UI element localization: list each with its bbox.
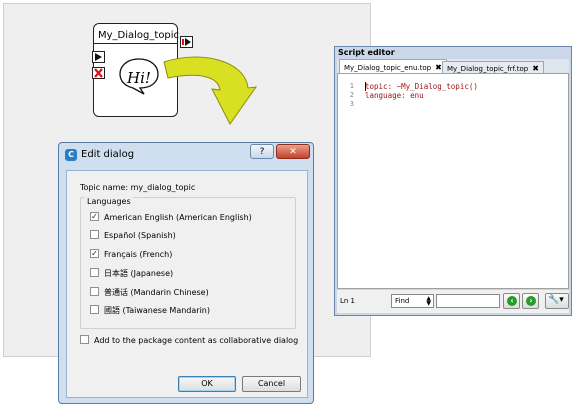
- collaborative-label: Add to the package content as collaborat…: [94, 336, 299, 345]
- wrench-icon: 🔧▾: [548, 295, 564, 305]
- dialog-title: Edit dialog: [81, 149, 135, 160]
- find-mode-label: Find: [395, 297, 410, 305]
- code-line: topic: ~My_Dialog_topic(): [365, 82, 478, 91]
- language-option-spanish[interactable]: Español (Spanish): [90, 230, 176, 243]
- text-cursor: [365, 82, 366, 91]
- cursor-position: Ln 1: [340, 297, 356, 305]
- language-option-french[interactable]: ✓ Français (French): [90, 249, 173, 262]
- language-label: Français (French): [104, 250, 173, 259]
- checkbox-checked[interactable]: ✓: [90, 249, 99, 258]
- language-option-taiwanese-mandarin[interactable]: 國語 (Taiwanese Mandarin): [90, 305, 210, 317]
- languages-group: Languages ✓ American English (American En…: [80, 197, 296, 329]
- topic-name-label: Topic name: my_dialog_topic: [80, 183, 196, 192]
- language-label: American English (American English): [104, 213, 252, 222]
- checkbox[interactable]: [90, 230, 99, 239]
- language-label: 國語 (Taiwanese Mandarin): [104, 306, 210, 315]
- tab-label: My_Dialog_topic_enu.top: [344, 64, 432, 72]
- line-number: 3: [349, 100, 354, 108]
- line-number-gutter: 1 2 3: [338, 82, 354, 109]
- ok-button[interactable]: OK: [178, 376, 236, 392]
- stopped-output-port-icon[interactable]: [180, 36, 193, 48]
- script-editor-toolbar: Ln 1 Find ▲ ▼ ‹ › 🔧▾: [337, 290, 569, 313]
- cancel-button[interactable]: Cancel: [242, 376, 301, 392]
- find-mode-select[interactable]: Find ▲ ▼: [391, 294, 434, 308]
- tools-menu-button[interactable]: 🔧▾: [545, 293, 569, 309]
- code-text: topic: ~My_Dialog_topic() language: enu: [365, 82, 478, 100]
- tab-enu[interactable]: My_Dialog_topic_enu.top ✖: [339, 59, 447, 73]
- stop-input-port-icon[interactable]: [92, 67, 105, 79]
- spin-arrows-icon: ▲ ▼: [426, 295, 431, 307]
- line-number: 1: [349, 82, 354, 90]
- checkbox[interactable]: [90, 287, 99, 296]
- script-editor-tabbar: My_Dialog_topic_enu.top ✖ My_Dialog_topic…: [337, 59, 569, 73]
- language-option-american-english[interactable]: ✓ American English (American English): [90, 212, 252, 225]
- language-option-mandarin-chinese[interactable]: 普通话 (Mandarin Chinese): [90, 287, 209, 299]
- box-title: My_Dialog_topic: [98, 30, 180, 41]
- tab-frf[interactable]: My_Dialog_topic_frf.top ✖: [442, 61, 544, 73]
- language-label: 日本語 (Japanese): [104, 269, 174, 278]
- checkbox[interactable]: [90, 305, 99, 314]
- checkbox-checked[interactable]: ✓: [90, 212, 99, 221]
- checkbox[interactable]: [80, 335, 89, 344]
- find-next-button[interactable]: ›: [522, 293, 539, 309]
- line-number: 2: [349, 91, 354, 99]
- curved-arrow-icon: [163, 56, 258, 125]
- close-button[interactable]: ✕: [276, 144, 310, 159]
- close-tab-icon[interactable]: ✖: [435, 63, 442, 72]
- close-tab-icon[interactable]: ✖: [532, 64, 539, 73]
- checkbox[interactable]: [90, 268, 99, 277]
- code-line: language: enu: [365, 91, 424, 100]
- help-button[interactable]: ?: [250, 144, 274, 159]
- collaborative-dialog-option[interactable]: Add to the package content as collaborat…: [80, 335, 299, 345]
- script-editor-panel: Script editor My_Dialog_topic_enu.top ✖ M…: [334, 46, 572, 316]
- language-label: 普通话 (Mandarin Chinese): [104, 288, 209, 297]
- bubble-text: Hi!: [127, 69, 151, 87]
- find-input[interactable]: [436, 294, 500, 308]
- languages-legend: Languages: [85, 197, 133, 206]
- arrow-right-icon: ›: [526, 296, 536, 306]
- language-option-japanese[interactable]: 日本語 (Japanese): [90, 268, 173, 280]
- arrow-left-icon: ‹: [507, 296, 517, 306]
- language-label: Español (Spanish): [104, 231, 176, 240]
- dialog-content: Topic name: my_dialog_topic Languages ✓ A…: [66, 170, 308, 398]
- choregraphe-app-icon: C: [65, 149, 77, 161]
- tab-label: My_Dialog_topic_frf.top: [447, 65, 529, 73]
- box-divider: [94, 43, 177, 44]
- edit-dialog-window: C Edit dialog ? ✕ Topic name: my_dialog_…: [58, 142, 314, 404]
- code-editor[interactable]: 1 2 3 topic: ~My_Dialog_topic() language:…: [337, 73, 569, 289]
- start-input-port-icon[interactable]: [92, 51, 105, 63]
- find-previous-button[interactable]: ‹: [503, 293, 520, 309]
- script-editor-title: Script editor: [338, 48, 395, 57]
